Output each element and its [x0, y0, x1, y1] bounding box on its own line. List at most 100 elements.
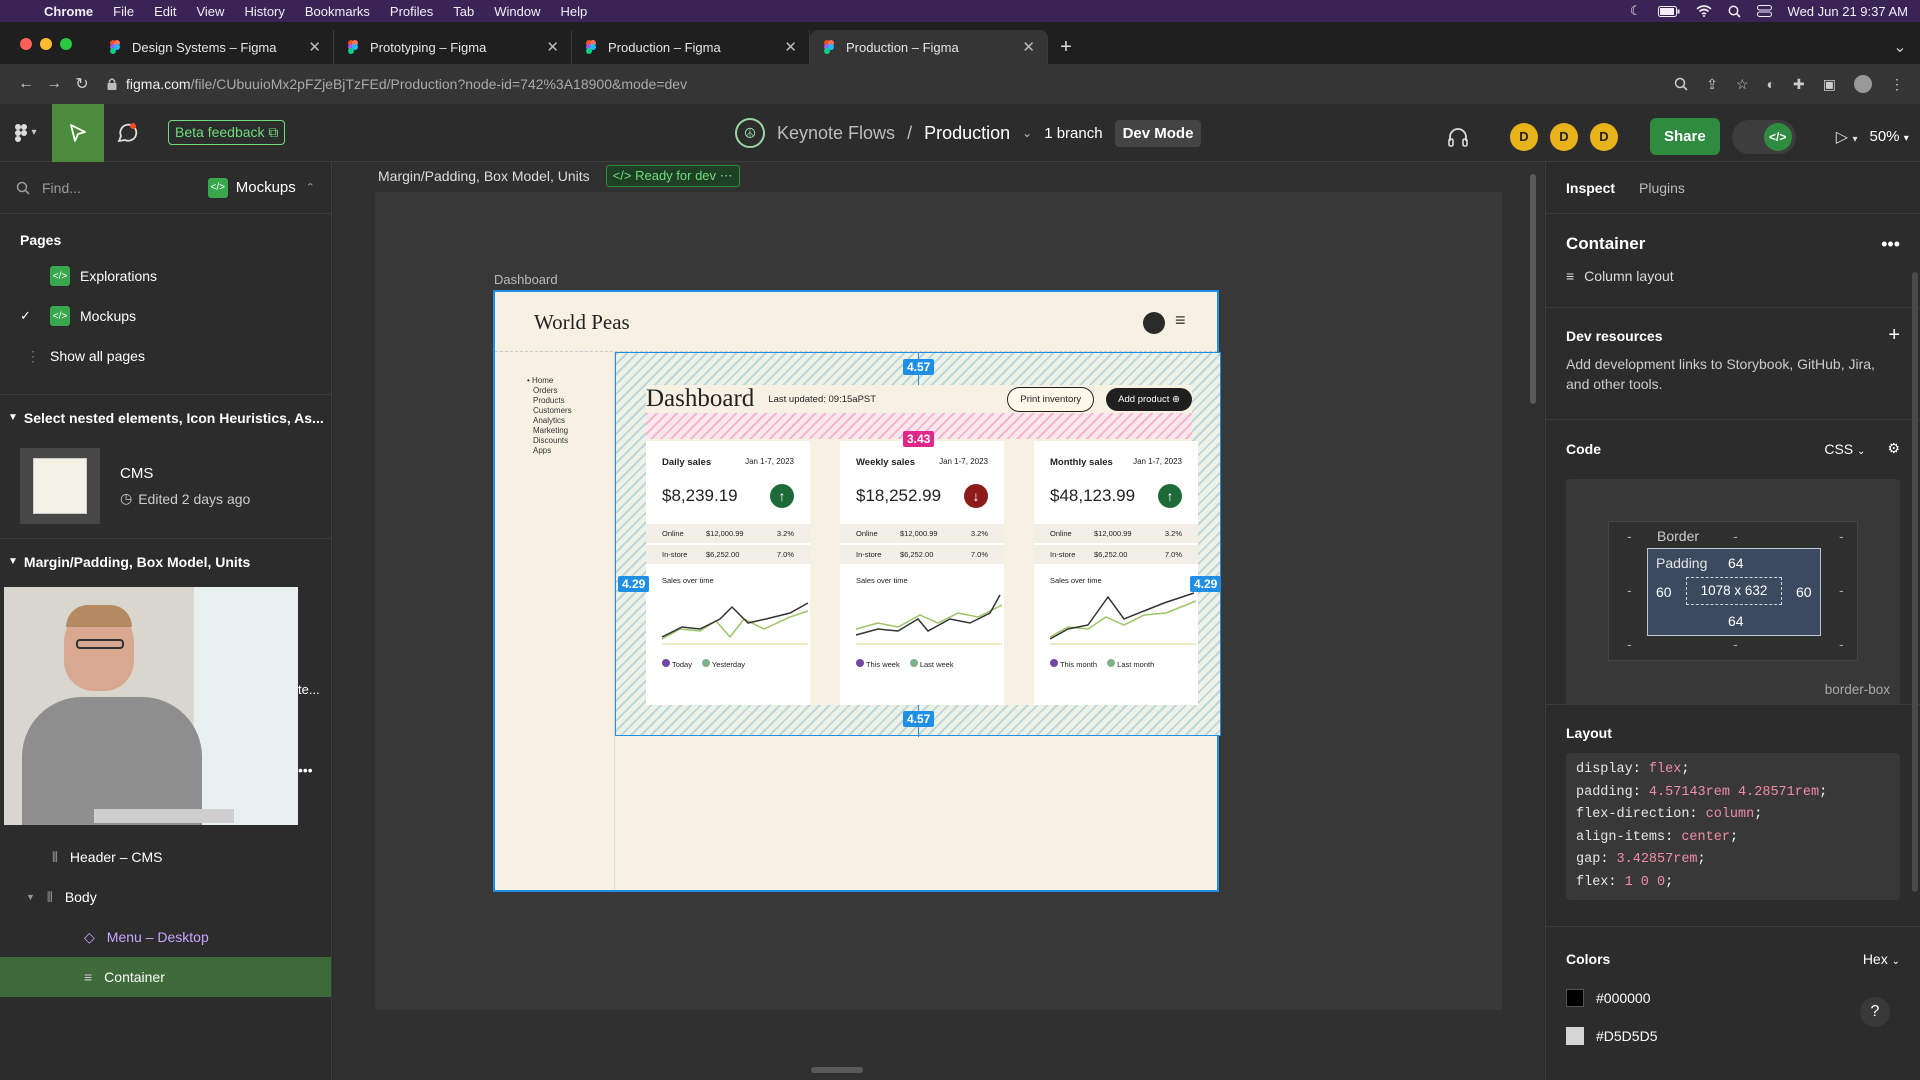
close-tab-icon[interactable]: ✕	[784, 38, 797, 56]
menu-app-name[interactable]: Chrome	[44, 4, 93, 19]
section-margin-padding[interactable]: ▼ Margin/Padding, Box Model, Units	[0, 538, 331, 584]
browser-tab-design-systems[interactable]: Design Systems – Figma ✕	[96, 30, 334, 64]
layer-menu-desktop[interactable]: ◇ Menu – Desktop	[0, 917, 331, 957]
color-format-select[interactable]: Hex ⌄	[1863, 951, 1900, 967]
reload-icon[interactable]: ↻	[68, 74, 96, 94]
control-center-icon[interactable]	[1756, 5, 1772, 17]
browser-tab-production[interactable]: Production – Figma ✕	[572, 30, 810, 64]
frame-label[interactable]: Dashboard	[494, 272, 558, 287]
section-nested-elements[interactable]: ▼ Select nested elements, Icon Heuristic…	[0, 394, 331, 440]
design-canvas[interactable]: Margin/Padding, Box Model, Units </> Rea…	[333, 162, 1544, 1080]
nav-item[interactable]: Orders	[527, 386, 614, 396]
browser-tab-prototyping[interactable]: Prototyping – Figma ✕	[334, 30, 572, 64]
site-info-icon[interactable]	[106, 77, 118, 91]
menu-help[interactable]: Help	[561, 4, 588, 19]
menu-tab[interactable]: Tab	[453, 4, 474, 19]
color-row[interactable]: #D5D5D5	[1566, 1027, 1900, 1045]
headphones-icon[interactable]	[1446, 125, 1470, 149]
profile-avatar-icon[interactable]	[1854, 75, 1872, 93]
cms-frame-item[interactable]: CMS ◷ Edited 2 days ago	[0, 440, 331, 532]
project-name[interactable]: Keynote Flows	[777, 123, 895, 144]
tab-plugins[interactable]: Plugins	[1639, 180, 1685, 196]
url-field[interactable]: figma.com /file/CUbuuioMx2pFZjeBjTzFEd/P…	[106, 76, 1674, 92]
file-name[interactable]: Production	[924, 123, 1010, 144]
menu-view[interactable]: View	[196, 4, 224, 19]
dashboard-frame[interactable]: World Peas ≡ • Home Orders Products Cust…	[493, 290, 1222, 892]
more-options-icon[interactable]: •••	[1881, 234, 1900, 255]
share-page-icon[interactable]: ⇪	[1706, 76, 1718, 93]
present-play-icon[interactable]: ▷ ▾	[1836, 127, 1858, 147]
page-item-explorations[interactable]: </> Explorations	[0, 256, 331, 296]
container-selection[interactable]: Dashboard Last updated: 09:15aPST Print …	[615, 352, 1222, 737]
browser-tab-production-active[interactable]: Production – Figma ✕	[810, 30, 1048, 64]
hamburger-menu-icon[interactable]: ≡	[1175, 310, 1186, 331]
nav-item[interactable]: Apps	[527, 446, 614, 456]
chevron-down-icon[interactable]: ⌄	[1022, 126, 1032, 140]
dev-mode-badge[interactable]: Dev Mode	[1114, 119, 1202, 147]
show-all-pages-link[interactable]: ⋮ Show all pages	[0, 336, 331, 376]
find-input[interactable]: Find...	[42, 180, 208, 196]
chevron-up-icon[interactable]: ⌃	[306, 181, 315, 194]
move-tool-button[interactable]	[52, 103, 104, 162]
add-product-button[interactable]: Add product ⊕	[1106, 387, 1192, 411]
close-window-button[interactable]	[20, 38, 32, 50]
maximize-window-button[interactable]	[60, 38, 72, 50]
sidepanel-icon[interactable]: ▣	[1823, 76, 1836, 93]
more-icon[interactable]: •••	[298, 762, 313, 778]
close-tab-icon[interactable]: ✕	[1022, 38, 1035, 56]
kebab-menu-icon[interactable]: ⋮	[1890, 76, 1904, 93]
avatar[interactable]: D	[1550, 122, 1578, 151]
section-breadcrumb[interactable]: Margin/Padding, Box Model, Units	[378, 168, 590, 184]
help-button[interactable]: ?	[1860, 997, 1890, 1027]
panel-scrollbar[interactable]	[1912, 272, 1918, 892]
comment-tool-button[interactable]	[104, 122, 150, 144]
beta-feedback-button[interactable]: Beta feedback ⧉	[168, 120, 286, 145]
color-row[interactable]: #000000	[1566, 989, 1900, 1007]
horizontal-scrollbar[interactable]	[811, 1067, 863, 1073]
layer-container-selected[interactable]: ≡ Container	[0, 957, 331, 997]
avatar[interactable]: D	[1590, 122, 1618, 151]
figma-main-menu[interactable]: ▾	[0, 123, 52, 142]
settings-sliders-icon[interactable]: ⚙	[1887, 440, 1900, 457]
code-language-select[interactable]: CSS ⌄	[1824, 441, 1865, 457]
extension-icon[interactable]: ◐	[1767, 76, 1775, 92]
css-code-block[interactable]: display: flex; padding: 4.57143rem 4.285…	[1566, 753, 1900, 900]
dev-mode-toggle[interactable]: </>	[1731, 119, 1796, 154]
zoom-icon[interactable]	[1674, 77, 1688, 91]
menubar-clock[interactable]: Wed Jun 21 9:37 AM	[1788, 4, 1908, 19]
menu-window[interactable]: Window	[494, 4, 540, 19]
nav-item[interactable]: Marketing	[527, 426, 614, 436]
user-avatar[interactable]	[1143, 312, 1165, 334]
add-resource-icon[interactable]: +	[1888, 324, 1900, 347]
forward-arrow-icon[interactable]: →	[40, 75, 68, 93]
sales-card-daily[interactable]: Daily sales Jan 1-7, 2023 $8,239.19 ↑ Onli…	[646, 441, 810, 705]
share-button[interactable]: Share	[1650, 118, 1720, 155]
print-inventory-button[interactable]: Print inventory	[1007, 386, 1095, 412]
zoom-level[interactable]: 50% ▾	[1869, 128, 1908, 145]
nav-item[interactable]: Analytics	[527, 416, 614, 426]
puzzle-icon[interactable]: ✚	[1793, 76, 1805, 93]
nav-item-home[interactable]: • Home	[527, 376, 614, 386]
back-arrow-icon[interactable]: ←	[12, 75, 40, 93]
tab-search-chevron-icon[interactable]: ⌄	[1880, 30, 1920, 64]
menu-edit[interactable]: Edit	[154, 4, 176, 19]
battery-icon[interactable]	[1657, 5, 1680, 17]
menu-history[interactable]: History	[244, 4, 284, 19]
branch-count[interactable]: 1 branch	[1044, 125, 1102, 142]
minimize-window-button[interactable]	[40, 38, 52, 50]
layer-body[interactable]: ▼ ⫴ Body	[0, 877, 331, 917]
avatar[interactable]: D	[1510, 122, 1538, 151]
close-tab-icon[interactable]: ✕	[308, 38, 321, 56]
nav-item[interactable]: Products	[527, 396, 614, 406]
nav-item[interactable]: Customers	[527, 406, 614, 416]
bookmark-star-icon[interactable]: ☆	[1736, 76, 1749, 93]
menu-bookmarks[interactable]: Bookmarks	[305, 4, 370, 19]
sales-card-weekly[interactable]: Weekly sales Jan 1-7, 2023 $18,252.99 ↓ On…	[840, 441, 1004, 705]
wifi-icon[interactable]	[1696, 5, 1712, 17]
page-item-mockups[interactable]: ✓ </> Mockups	[0, 296, 331, 336]
spotlight-icon[interactable]	[1728, 5, 1741, 18]
moon-icon[interactable]: ☾	[1630, 3, 1642, 19]
vertical-scrollbar[interactable]	[1530, 174, 1536, 404]
new-tab-button[interactable]: +	[1048, 30, 1084, 64]
sales-card-monthly[interactable]: Monthly sales Jan 1-7, 2023 $48,123.99 ↑ O…	[1034, 441, 1198, 705]
